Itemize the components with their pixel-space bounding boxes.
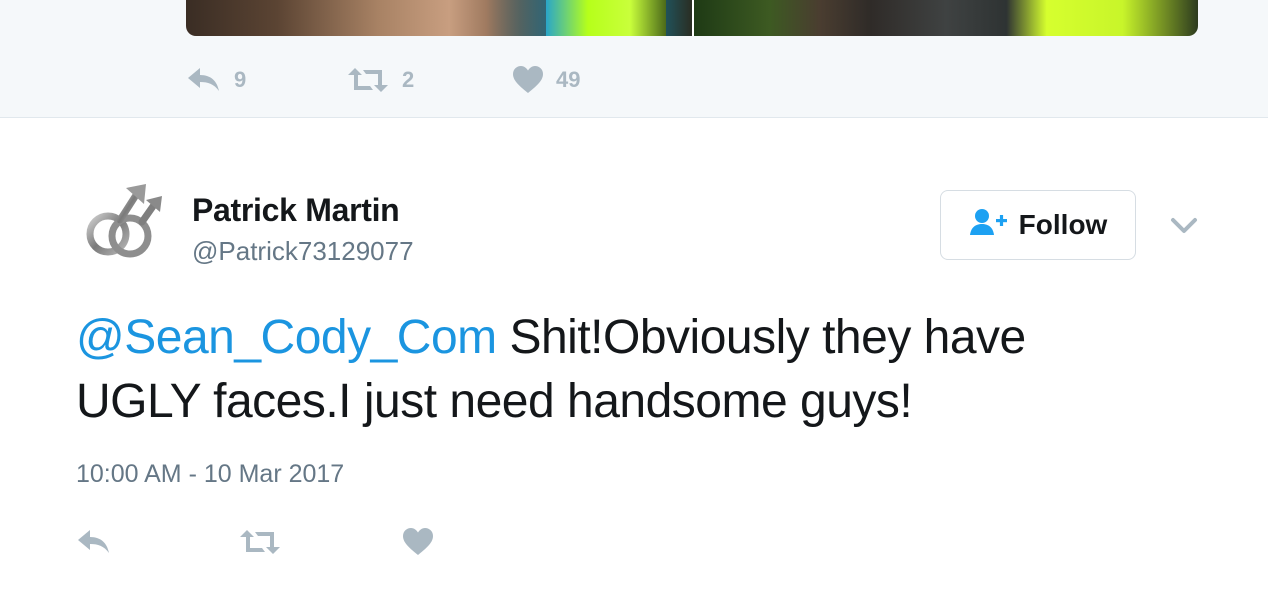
tweet-media-strip[interactable]	[186, 0, 1198, 36]
follow-label: Follow	[1018, 209, 1108, 240]
reply-icon	[186, 65, 222, 95]
more-options-button[interactable]	[1168, 212, 1200, 238]
retweet-button[interactable]: 2	[346, 60, 414, 100]
previous-tweet: 9 2 49	[0, 0, 1268, 118]
heart-icon	[402, 527, 434, 557]
retweet-icon	[346, 65, 390, 95]
tweet-body-line2: UGLY faces.I just need handsome guys!	[76, 375, 913, 428]
reply-count: 9	[234, 67, 247, 92]
avatar[interactable]	[76, 180, 164, 268]
like-button[interactable]: 49	[512, 60, 580, 100]
reply-button[interactable]	[76, 522, 112, 562]
reply-icon	[76, 527, 112, 557]
retweet-button[interactable]	[238, 522, 282, 562]
tweet-text: @Sean_Cody_Com Shit!Obviously they have …	[76, 306, 1196, 434]
author-handle[interactable]: @Patrick73129077	[192, 236, 414, 267]
reply-button[interactable]: 9	[186, 60, 246, 100]
tweet-body-line1: Shit!Obviously they have	[496, 311, 1026, 364]
retweet-icon	[238, 527, 282, 557]
follow-button[interactable]: Follow	[940, 190, 1136, 260]
like-count: 49	[556, 67, 581, 92]
author-name[interactable]: Patrick Martin	[192, 192, 400, 229]
chevron-down-icon	[1171, 218, 1197, 233]
mars-double-symbol-icon	[86, 184, 162, 258]
heart-icon	[512, 65, 544, 95]
like-button[interactable]	[402, 522, 434, 562]
media-photo-left[interactable]	[186, 0, 692, 36]
tweet-timestamp[interactable]: 10:00 AM - 10 Mar 2017	[76, 460, 344, 489]
media-photo-right[interactable]	[694, 0, 1198, 36]
follow-user-icon	[969, 208, 1009, 243]
mention-link[interactable]: @Sean_Cody_Com	[76, 311, 497, 364]
retweet-count: 2	[402, 67, 415, 92]
